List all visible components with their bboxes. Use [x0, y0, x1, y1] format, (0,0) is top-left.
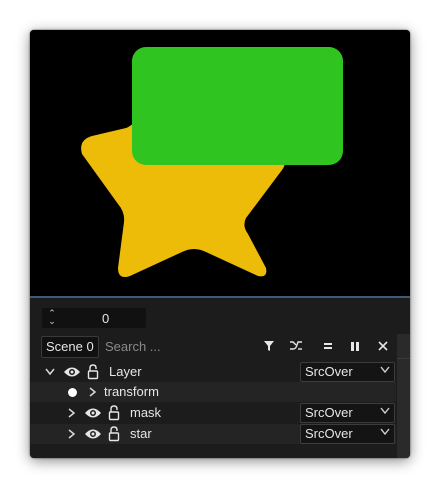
frame-stepper[interactable]: ⌃ ⌄ 0	[42, 308, 146, 328]
up-down-arrows-icon[interactable]: ⌃ ⌄	[46, 309, 58, 327]
app-window: ⌃ ⌄ 0 Scene 0 Search ... Layer SrcOver t…	[30, 30, 410, 458]
blend-curve-icon[interactable]	[286, 336, 306, 356]
scrollbar[interactable]	[397, 334, 410, 458]
mask-label: mask	[130, 405, 162, 420]
eye-icon[interactable]	[63, 365, 81, 379]
eye-icon[interactable]	[84, 406, 102, 420]
tree-row-transform[interactable]: transform	[30, 382, 396, 402]
tree-row-mask[interactable]: mask SrcOver	[30, 403, 396, 423]
tree-row-layer[interactable]: Layer SrcOver	[30, 362, 396, 382]
blend-mode-value: SrcOver	[305, 364, 353, 379]
tree-row-star[interactable]: star SrcOver	[30, 424, 396, 444]
layers-panel: ⌃ ⌄ 0 Scene 0 Search ... Layer SrcOver t…	[30, 298, 410, 458]
star-label: star	[130, 426, 152, 441]
lock-icon[interactable]	[108, 426, 120, 442]
chevron-down-icon[interactable]	[44, 362, 56, 382]
keyframe-dot-icon[interactable]	[68, 388, 77, 397]
lock-icon[interactable]	[87, 364, 99, 380]
filter-icon[interactable]	[259, 336, 279, 356]
blend-mode-select[interactable]: SrcOver	[300, 403, 395, 423]
chevron-right-icon[interactable]	[66, 424, 78, 444]
render-canvas[interactable]	[30, 30, 410, 296]
blend-mode-select[interactable]: SrcOver	[300, 362, 395, 382]
eye-icon[interactable]	[84, 427, 102, 441]
equals-icon[interactable]	[318, 336, 338, 356]
chevron-down-icon	[380, 363, 390, 381]
frame-value[interactable]: 0	[102, 311, 132, 326]
canvas-drawing	[81, 47, 343, 277]
chevron-down-icon	[380, 425, 390, 443]
scene-selector[interactable]: Scene 0	[41, 336, 99, 358]
search-input[interactable]: Search ...	[105, 338, 255, 356]
chevron-down-icon	[380, 404, 390, 422]
chevron-right-icon[interactable]	[66, 403, 78, 423]
scrollbar-divider	[397, 358, 410, 359]
chevron-right-icon[interactable]	[87, 382, 99, 402]
blend-mode-value: SrcOver	[305, 426, 353, 441]
blend-mode-value: SrcOver	[305, 405, 353, 420]
pause-icon[interactable]	[345, 336, 365, 356]
close-icon[interactable]	[373, 336, 393, 356]
green-rectangle[interactable]	[132, 47, 343, 165]
transform-label: transform	[104, 384, 159, 399]
layer-label: Layer	[109, 364, 142, 379]
layers-toolbar: Scene 0 Search ...	[30, 334, 410, 358]
blend-mode-select[interactable]: SrcOver	[300, 424, 395, 444]
lock-icon[interactable]	[108, 405, 120, 421]
